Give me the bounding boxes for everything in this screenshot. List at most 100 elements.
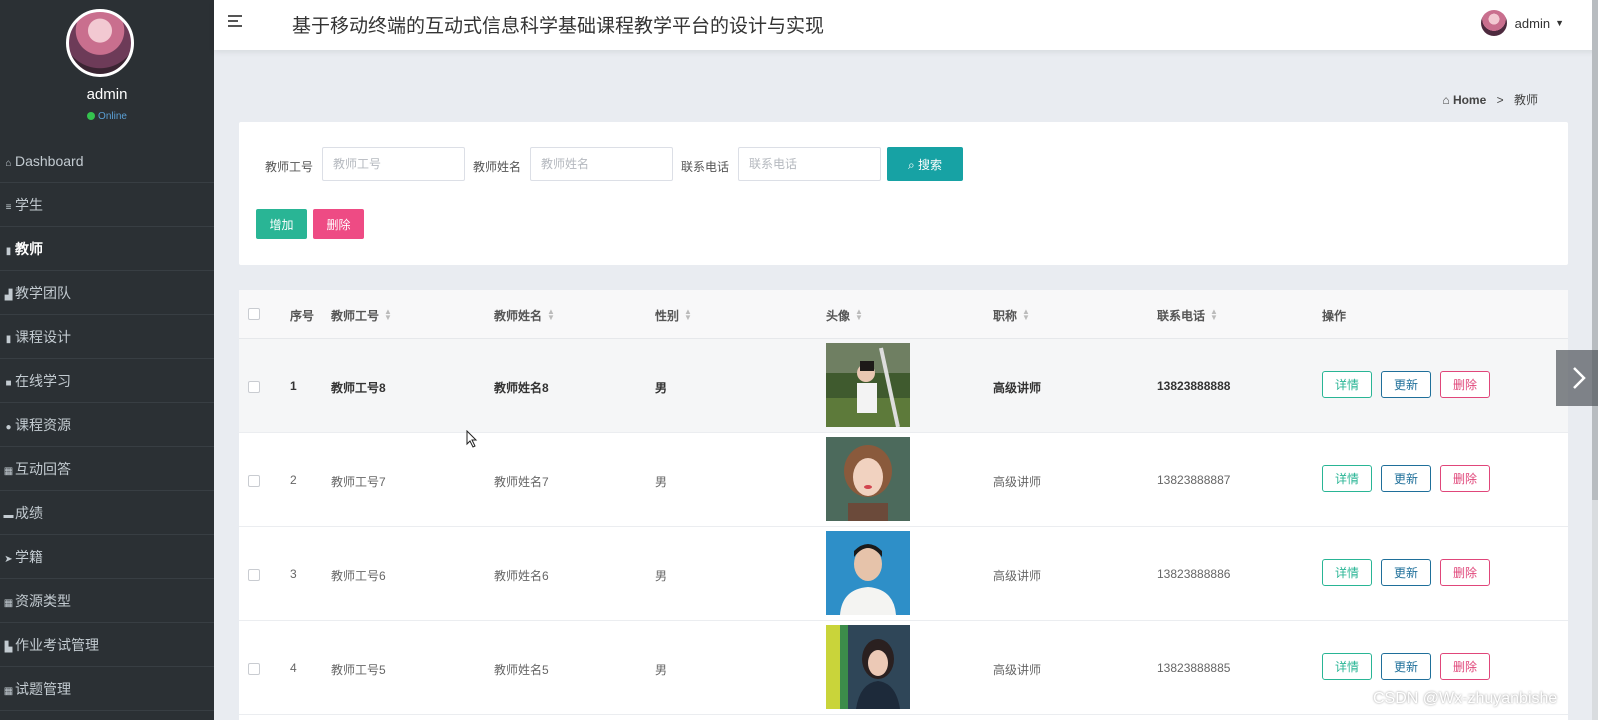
sidebar-item-students[interactable]: ≡ 学生 — [0, 183, 214, 227]
cell-teacher-id: 教师工号5 — [331, 663, 386, 677]
avatar[interactable] — [66, 9, 134, 77]
cell-title: 高级讲师 — [993, 381, 1042, 395]
sidebar-item-course-resources[interactable]: ● 课程资源 — [0, 403, 214, 447]
grid-icon: ▦ — [3, 598, 14, 609]
table-row[interactable]: 4 教师工号5 教师姓名5 男 高级讲师 13823888885 详情 更新 删… — [239, 621, 1568, 715]
header-avatar[interactable]: 头像 ▲ ▼ — [826, 307, 863, 324]
detail-button[interactable]: 详情 — [1322, 465, 1372, 492]
scrollbar-thumb[interactable] — [1592, 0, 1598, 500]
sidebar-item-course-design[interactable]: ▮ 课程设计 — [0, 315, 214, 359]
sidebar-item-grades[interactable]: ▬ 成绩 — [0, 491, 214, 535]
sidebar-item-question-bank[interactable]: ▦ 试题管理 — [0, 667, 214, 711]
clipboard-icon: ▮ — [5, 334, 12, 345]
sidebar-item-homework-exam[interactable]: ▙ 作业考试管理 — [0, 623, 214, 667]
table-row[interactable]: 3 教师工号6 教师姓名6 男 高级讲师 13823888886 详情 更新 删… — [239, 527, 1568, 621]
cell-teacher-name: 教师姓名5 — [494, 663, 549, 677]
row-checkbox[interactable] — [248, 381, 260, 393]
update-button[interactable]: 更新 — [1381, 465, 1431, 492]
cell-index: 2 — [290, 473, 297, 487]
database-icon: ▬ — [3, 510, 14, 521]
header-teacher-name[interactable]: 教师姓名 ▲ ▼ — [494, 307, 555, 324]
sort-icon[interactable]: ▲ ▼ — [684, 308, 692, 322]
sidebar-item-interactive-qa[interactable]: ▦ 互动回答 — [0, 447, 214, 491]
sidebar-item-label: 试题管理 — [15, 681, 71, 697]
detail-button[interactable]: 详情 — [1322, 371, 1372, 398]
menu-toggle-icon[interactable] — [228, 12, 248, 34]
cell-teacher-name: 教师姓名7 — [494, 475, 549, 489]
table-row[interactable]: 1 教师工号8 教师姓名8 男 高级讲师 13823888888 详情 更新 删… — [239, 339, 1568, 433]
home-icon: ⌂ — [1442, 93, 1453, 107]
cell-teacher-id: 教师工号6 — [331, 569, 386, 583]
breadcrumb: ⌂ Home > 教师 — [1442, 91, 1538, 108]
sidebar-item-label: 课程设计 — [15, 329, 71, 345]
detail-button[interactable]: 详情 — [1322, 653, 1372, 680]
sidebar-item-label: 作业考试管理 — [15, 637, 99, 653]
detail-button[interactable]: 详情 — [1322, 559, 1372, 586]
delete-button[interactable]: 删除 — [1440, 371, 1490, 398]
table-row[interactable]: 2 教师工号7 教师姓名7 男 高级讲师 13823888887 详情 更新 删… — [239, 433, 1568, 527]
teacher-name-input[interactable] — [530, 147, 673, 181]
header-phone[interactable]: 联系电话 ▲ ▼ — [1157, 307, 1218, 324]
teacher-photo[interactable] — [826, 625, 910, 709]
clipboard-icon: ▮ — [5, 246, 12, 257]
sidebar-item-resource-types[interactable]: ▦ 资源类型 — [0, 579, 214, 623]
user-icon: ● — [5, 422, 12, 433]
header-teacher-name-label: 教师姓名 — [494, 309, 543, 323]
cell-title: 高级讲师 — [993, 475, 1042, 489]
sidebar-item-dashboard[interactable]: ⌂ Dashboard — [0, 139, 214, 183]
header-gender-label: 性别 — [655, 309, 680, 323]
header-teacher-id[interactable]: 教师工号 ▲ ▼ — [331, 307, 392, 324]
breadcrumb-home[interactable]: ⌂ Home — [1442, 93, 1486, 107]
sort-icon[interactable]: ▲ ▼ — [547, 308, 555, 322]
sidebar-item-online-learning[interactable]: ■ 在线学习 — [0, 359, 214, 403]
sidebar-item-teachers[interactable]: ▮ 教师 — [0, 227, 214, 271]
teacher-photo[interactable] — [826, 531, 910, 615]
phone-input[interactable] — [738, 147, 881, 181]
teacher-id-label: 教师工号 — [265, 160, 314, 174]
row-checkbox[interactable] — [248, 475, 260, 487]
sort-icon[interactable]: ▲ ▼ — [384, 308, 392, 322]
cell-teacher-id: 教师工号8 — [331, 381, 386, 395]
cell-phone: 13823888885 — [1157, 661, 1231, 675]
update-button[interactable]: 更新 — [1381, 371, 1431, 398]
delete-button[interactable]: 删除 — [1440, 465, 1490, 492]
cell-teacher-id: 教师工号7 — [331, 475, 386, 489]
update-button[interactable]: 更新 — [1381, 559, 1431, 586]
header-title[interactable]: 职称 ▲ ▼ — [993, 307, 1030, 324]
teacher-name-label: 教师姓名 — [473, 160, 522, 174]
delete-button[interactable]: 删除 — [1440, 559, 1490, 586]
chevron-down-icon: ▼ — [1555, 18, 1564, 28]
bulk-delete-button[interactable]: 删除 — [313, 209, 364, 239]
row-checkbox[interactable] — [248, 663, 260, 675]
header-gender[interactable]: 性别 ▲ ▼ — [655, 307, 692, 324]
next-page-button[interactable] — [1556, 350, 1598, 406]
cell-teacher-name: 教师姓名6 — [494, 569, 549, 583]
teacher-photo[interactable] — [826, 437, 910, 521]
sidebar-item-enrollment[interactable]: ➤ 学籍 — [0, 535, 214, 579]
add-button[interactable]: 增加 — [256, 209, 307, 239]
sidebar-menu: ⌂ Dashboard ≡ 学生 ▮ 教师 ▟ 教学团队 ▮ 课程设计 ■ 在线学习 ● 课程… — [0, 139, 214, 711]
online-dot-icon — [87, 112, 96, 120]
update-button[interactable]: 更新 — [1381, 653, 1431, 680]
cell-index: 1 — [290, 379, 297, 393]
sidebar-item-teaching-team[interactable]: ▟ 教学团队 — [0, 271, 214, 315]
sort-icon[interactable]: ▲ ▼ — [1022, 308, 1030, 322]
teacher-photo[interactable] — [826, 343, 910, 427]
row-checkbox[interactable] — [248, 569, 260, 581]
select-all-checkbox[interactable] — [248, 308, 260, 320]
cell-title: 高级讲师 — [993, 569, 1042, 583]
header-user-name: admin — [1514, 15, 1551, 31]
sort-icon[interactable]: ▲ ▼ — [855, 308, 863, 322]
sort-icon[interactable]: ▲ ▼ — [1210, 308, 1218, 322]
user-menu[interactable]: admin ▼ — [1480, 9, 1564, 37]
cell-gender: 男 — [655, 663, 668, 677]
sidebar-item-label: 学籍 — [15, 549, 43, 565]
online-status-label: Online — [98, 111, 127, 122]
search-button[interactable]: ⌕ 搜索 — [887, 147, 963, 181]
cell-gender: 男 — [655, 569, 668, 583]
list-icon: ≡ — [5, 202, 12, 213]
teacher-id-input[interactable] — [322, 147, 465, 181]
header-avatar-label: 头像 — [826, 309, 851, 323]
watermark: CSDN @Wx-zhuyanbishe — [1373, 690, 1558, 707]
delete-button[interactable]: 删除 — [1440, 653, 1490, 680]
